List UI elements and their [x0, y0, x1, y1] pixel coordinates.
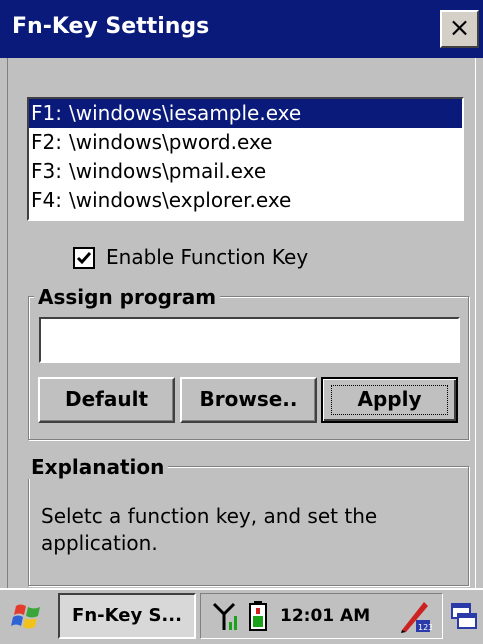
fn-program-path: \windows\iesample.exe [69, 101, 302, 125]
browse-button[interactable]: Browse.. [180, 377, 317, 423]
explanation-text: Seletc a function key, and set the appli… [41, 504, 378, 555]
window-right-edge [475, 58, 483, 588]
apply-button[interactable]: Apply [321, 377, 458, 423]
close-button[interactable]: × [440, 10, 479, 48]
assign-program-legend: Assign program [34, 285, 221, 309]
enable-function-key-label[interactable]: Enable Function Key [106, 241, 308, 273]
list-item[interactable]: F1: \windows\iesample.exe [29, 99, 462, 128]
fn-key-label: F4: [31, 188, 62, 212]
taskbar-task-button[interactable]: Fn-Key S... [58, 593, 196, 639]
window-left-edge [0, 58, 8, 588]
function-key-list[interactable]: F1: \windows\iesample.exe F2: \windows\pwo… [27, 97, 464, 221]
list-item[interactable]: F2: \windows\pword.exe [29, 128, 462, 157]
fn-key-label: F1: [31, 101, 62, 125]
fn-key-label: F2: [31, 130, 62, 154]
fn-key-label: F3: [31, 159, 62, 183]
window-title: Fn-Key Settings [12, 14, 210, 39]
clock[interactable]: 12:01 AM [280, 600, 370, 632]
input-method-icon[interactable]: 123 [398, 598, 433, 634]
battery-icon[interactable] [248, 600, 268, 632]
enable-function-key-checkbox[interactable] [73, 247, 95, 269]
list-item[interactable]: F4: \windows\explorer.exe [29, 186, 462, 215]
explanation-legend: Explanation [27, 455, 169, 479]
svg-text:123: 123 [418, 623, 432, 632]
desktop-icon[interactable] [450, 600, 478, 632]
checkmark-icon [76, 252, 92, 265]
fn-program-path: \windows\pword.exe [69, 130, 273, 154]
signal-icon[interactable] [212, 600, 240, 632]
list-item[interactable]: F3: \windows\pmail.exe [29, 157, 462, 186]
program-path-input[interactable] [39, 317, 460, 363]
start-icon[interactable] [10, 598, 46, 634]
fn-program-path: \windows\explorer.exe [69, 188, 292, 212]
default-button[interactable]: Default [38, 377, 175, 423]
fn-program-path: \windows\pmail.exe [69, 159, 267, 183]
